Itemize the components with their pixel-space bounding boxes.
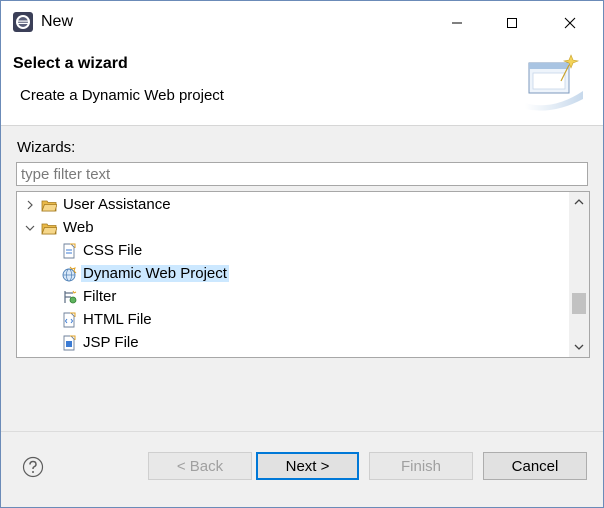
maximize-icon	[507, 18, 517, 28]
new-wizard-dialog: New Select a wizard Create a Dynamic Web…	[0, 0, 604, 508]
tree-vertical-scrollbar[interactable]	[569, 192, 589, 357]
wizard-tree[interactable]: User Assistance Web CSS File Dynamic Web…	[16, 191, 590, 358]
maximize-button[interactable]	[483, 1, 541, 45]
back-button[interactable]: < Back	[148, 452, 252, 480]
css-file-icon	[63, 243, 76, 259]
folder-icon	[41, 223, 57, 235]
tree-item-label: Web	[63, 219, 94, 236]
tree-item-html-file[interactable]: HTML File	[17, 309, 589, 332]
filter-icon	[64, 290, 77, 304]
jsp-file-icon	[63, 335, 76, 351]
tree-item-jsp-file[interactable]: JSP File	[17, 332, 589, 355]
scroll-down-button[interactable]	[569, 337, 589, 357]
chevron-down-icon	[574, 344, 584, 350]
html-file-icon	[63, 312, 76, 328]
filter-input[interactable]	[16, 162, 588, 186]
chevron-down-icon[interactable]	[25, 223, 35, 233]
page-title: Select a wizard	[13, 55, 128, 72]
dynamic-web-project-icon	[62, 266, 77, 282]
tree-item-user-assistance[interactable]: User Assistance	[17, 194, 589, 217]
eclipse-app-icon	[13, 12, 33, 32]
tree-item-label: Filter	[83, 288, 117, 305]
tree-item-web[interactable]: Web	[17, 217, 589, 240]
minimize-button[interactable]	[428, 1, 486, 45]
window-title: New	[41, 13, 74, 30]
next-button[interactable]: Next >	[256, 452, 359, 480]
wizards-label: Wizards:	[17, 139, 76, 156]
tree-item-label: Dynamic Web Project	[81, 265, 229, 282]
new-wizard-banner-icon	[525, 54, 583, 111]
minimize-icon	[452, 22, 462, 24]
title-bar[interactable]: New	[1, 1, 603, 45]
page-description: Create a Dynamic Web project	[20, 87, 224, 104]
tree-item-label: JSP File	[83, 334, 139, 351]
scroll-up-button[interactable]	[569, 192, 589, 212]
chevron-up-icon	[574, 199, 584, 205]
folder-icon	[41, 200, 57, 212]
cancel-button[interactable]: Cancel	[483, 452, 587, 480]
scroll-thumb[interactable]	[572, 293, 586, 314]
tree-item-label: CSS File	[83, 242, 143, 259]
help-icon[interactable]	[22, 456, 44, 478]
close-icon	[564, 17, 576, 29]
finish-button[interactable]: Finish	[369, 452, 473, 480]
tree-item-label: HTML File	[83, 311, 152, 328]
button-bar-divider	[1, 431, 603, 432]
tree-item-css-file[interactable]: CSS File	[17, 240, 589, 263]
close-button[interactable]	[541, 1, 599, 45]
tree-item-filter[interactable]: Filter	[17, 286, 589, 309]
wizard-header: Select a wizard Create a Dynamic Web pro…	[1, 45, 603, 126]
tree-item-label: User Assistance	[63, 196, 171, 213]
tree-item-dynamic-web-project[interactable]: Dynamic Web Project	[17, 263, 589, 286]
chevron-right-icon[interactable]	[25, 200, 35, 210]
